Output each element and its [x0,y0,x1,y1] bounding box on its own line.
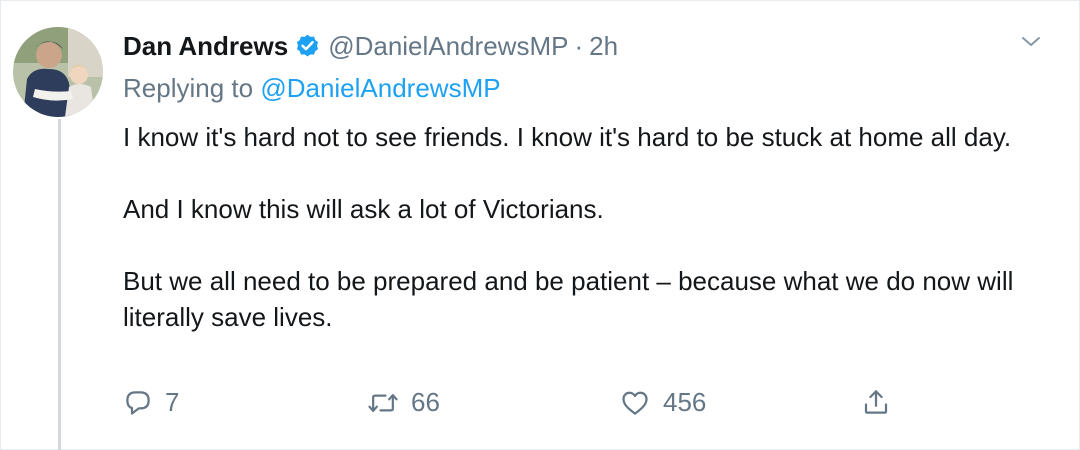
reply-count: 7 [165,387,180,417]
retweet-count: 66 [411,387,440,417]
user-handle[interactable]: @DanielAndrewsMP [328,31,568,62]
tweet-text: I know it's hard not to see friends. I k… [123,119,1023,371]
avatar-photo [13,27,103,117]
tweet-paragraph: And I know this will ask a lot of Victor… [123,194,604,224]
tweet-actions: 7 66 456 [123,387,903,427]
retweet-button[interactable]: 66 [367,387,440,418]
tweet-paragraph: But we all need to be prepared and be pa… [123,266,1014,332]
retweet-icon [367,388,399,418]
display-name[interactable]: Dan Andrews [123,31,288,62]
separator-dot: · [574,31,584,61]
verified-badge-icon [294,33,321,60]
thread-line [58,119,61,450]
tweet-paragraph: I know it's hard not to see friends. I k… [123,122,1012,152]
avatar[interactable] [13,27,103,117]
like-button[interactable]: 456 [619,387,706,418]
replying-prefix: Replying to [123,73,254,103]
share-button[interactable] [861,387,891,417]
replying-to: Replying to @DanielAndrewsMP [123,73,501,104]
chevron-down-icon[interactable] [1019,33,1043,51]
share-icon [861,387,891,417]
heart-icon [619,388,651,418]
replying-to-mention[interactable]: @DanielAndrewsMP [260,73,500,103]
like-count: 456 [663,387,707,417]
tweet-card[interactable]: Dan Andrews @DanielAndrewsMP · 2h Replyi… [0,0,1080,450]
reply-icon [123,388,153,418]
tweet-header: Dan Andrews @DanielAndrewsMP · 2h [123,31,618,62]
reply-button[interactable]: 7 [123,387,179,418]
timestamp[interactable]: 2h [589,31,618,62]
